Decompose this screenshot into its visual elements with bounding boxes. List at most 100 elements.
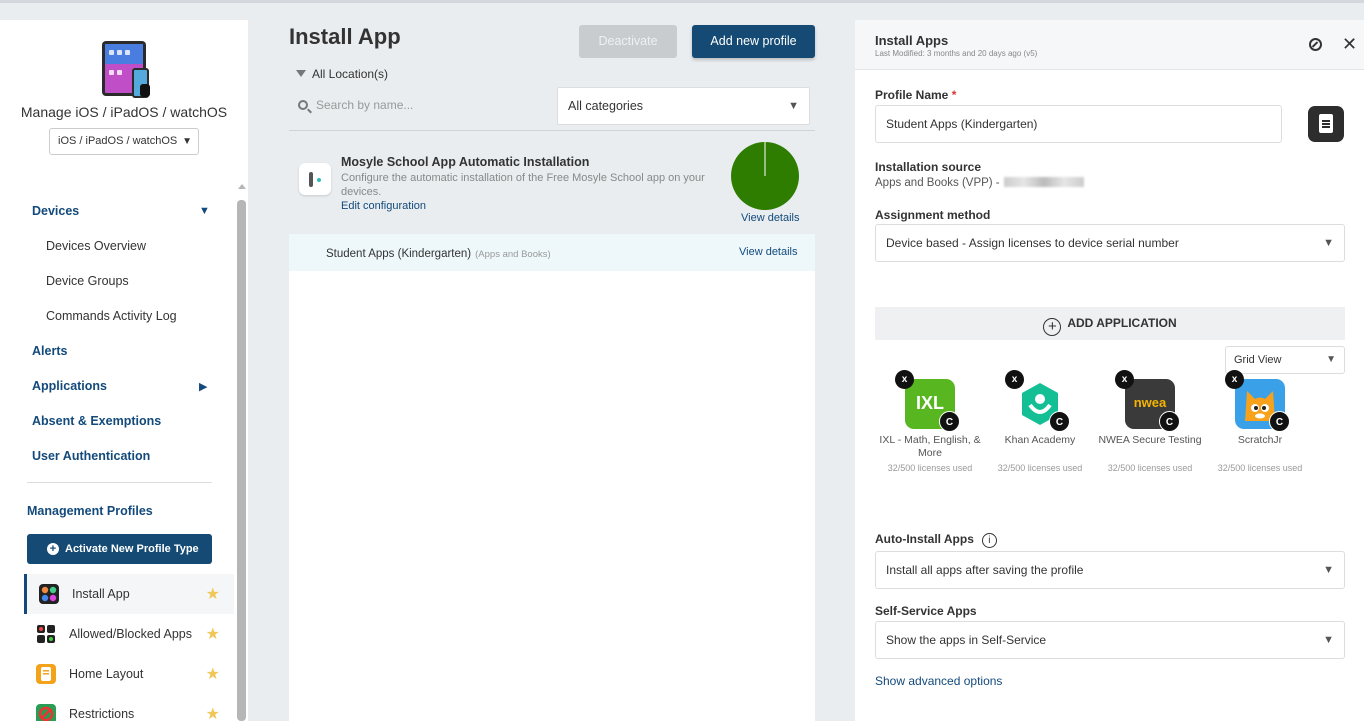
- nav-commands-activity-log[interactable]: Commands Activity Log: [46, 309, 177, 323]
- search-input[interactable]: Search by name...: [298, 98, 413, 112]
- app-card-ixl[interactable]: IXL x C IXL - Math, English, & More 32/5…: [875, 370, 985, 480]
- allowed-blocked-apps-icon: [36, 624, 56, 644]
- profile-name-field[interactable]: Student Apps (Kindergarten): [875, 105, 1282, 143]
- plus-circle-icon: +: [1043, 318, 1062, 336]
- app-licenses: 32/500 licenses used: [1217, 463, 1303, 473]
- app-c-badge: C: [1269, 411, 1290, 432]
- required-mark: *: [951, 88, 957, 102]
- add-application-button[interactable]: + ADD APPLICATION: [875, 307, 1345, 340]
- star-icon[interactable]: ★: [206, 704, 220, 721]
- install-app-icon: [39, 584, 59, 604]
- remove-app-x-icon[interactable]: x: [895, 370, 914, 389]
- profiles-list: [289, 234, 815, 721]
- top-strip: [0, 0, 1364, 3]
- app-card-scratchjr[interactable]: x C ScratchJr 32/500 licenses used: [1205, 370, 1315, 480]
- app-licenses: 32/500 licenses used: [887, 463, 973, 473]
- profile-restrictions[interactable]: Restrictions ★: [24, 694, 234, 721]
- sidebar-scrollbar[interactable]: [237, 200, 246, 721]
- filter-icon: [296, 70, 306, 77]
- chevron-down-icon: ▼: [788, 100, 799, 112]
- profile-name-label: Profile Name *: [875, 88, 956, 102]
- installation-source-label: Installation source: [875, 160, 982, 174]
- profile-label: Allowed/Blocked Apps: [69, 627, 192, 641]
- auto-install-label-text: Auto-Install Apps: [875, 532, 974, 546]
- mosyle-view-details-link[interactable]: View details: [741, 212, 800, 224]
- app-name: ScratchJr: [1237, 434, 1283, 446]
- star-icon[interactable]: ★: [206, 624, 220, 644]
- chevron-down-icon: ▼: [1323, 237, 1334, 249]
- installation-source-text: Apps and Books (VPP) -: [875, 177, 1000, 189]
- remove-app-x-icon[interactable]: x: [1115, 370, 1134, 389]
- close-icon[interactable]: ✕: [1342, 34, 1357, 55]
- last-modified-text: Last Modified: 3 months and 20 days ago …: [875, 49, 1038, 58]
- chevron-down-icon: ▼: [1323, 634, 1334, 646]
- chevron-right-icon[interactable]: ▶: [199, 380, 207, 393]
- os-select-value: iOS / iPadOS / watchOS: [58, 135, 178, 147]
- deactivate-button[interactable]: Deactivate: [579, 25, 677, 58]
- installation-source-value: Apps and Books (VPP) -: [875, 177, 1084, 189]
- chevron-down-icon: ▼: [1326, 354, 1336, 365]
- app-name: Khan Academy: [1004, 434, 1076, 446]
- app-card-nwea[interactable]: nwea x C NWEA Secure Testing 32/500 lice…: [1095, 370, 1205, 480]
- nav-applications[interactable]: Applications: [32, 379, 107, 393]
- scroll-up-arrow-icon[interactable]: [238, 184, 246, 189]
- activate-new-profile-type-button[interactable]: + Activate New Profile Type: [27, 534, 212, 564]
- location-filter-label: All Location(s): [312, 67, 389, 81]
- link-icon[interactable]: [1309, 38, 1322, 51]
- profile-allowed-blocked-apps[interactable]: Allowed/Blocked Apps ★: [24, 614, 234, 654]
- chevron-down-icon: ▼: [1323, 564, 1334, 576]
- edit-configuration-link[interactable]: Edit configuration: [341, 200, 426, 212]
- nav-alerts[interactable]: Alerts: [32, 344, 67, 358]
- os-select[interactable]: iOS / iPadOS / watchOS ▼: [49, 128, 199, 155]
- activate-button-label: Activate New Profile Type: [65, 543, 199, 555]
- star-icon[interactable]: ★: [206, 584, 220, 604]
- nav-devices-overview[interactable]: Devices Overview: [46, 239, 146, 253]
- info-icon[interactable]: i: [981, 533, 997, 548]
- profile-row-name[interactable]: Student Apps (Kindergarten) (Apps and Boo…: [326, 248, 551, 260]
- self-service-select[interactable]: Show the apps in Self-Service ▼: [875, 621, 1345, 659]
- profile-name-label-text: Profile Name: [875, 88, 949, 102]
- app-licenses: 32/500 licenses used: [997, 463, 1083, 473]
- nav-device-groups[interactable]: Device Groups: [46, 274, 129, 288]
- self-service-label: Self-Service Apps: [875, 604, 977, 618]
- view-mode-value: Grid View: [1234, 354, 1282, 366]
- profile-label: Restrictions: [69, 707, 135, 721]
- show-advanced-options-link[interactable]: Show advanced options: [875, 674, 1002, 688]
- auto-install-value: Install all apps after saving the profil…: [886, 563, 1084, 577]
- plus-circle-icon: +: [47, 543, 59, 555]
- app-c-badge: C: [939, 411, 960, 432]
- location-filter[interactable]: All Location(s): [296, 67, 388, 81]
- nav-absent-exemptions[interactable]: Absent & Exemptions: [32, 414, 161, 428]
- add-application-label: ADD APPLICATION: [1067, 316, 1177, 330]
- mosyle-card-description: Configure the automatic installation of …: [341, 172, 705, 198]
- management-profiles-heading: Management Profiles: [27, 504, 153, 518]
- app-name: IXL - Math, English, & More: [879, 434, 981, 459]
- nav-user-authentication[interactable]: User Authentication: [32, 449, 150, 463]
- remove-app-x-icon[interactable]: x: [1005, 370, 1024, 389]
- profile-home-layout[interactable]: Home Layout ★: [24, 654, 234, 694]
- sidebar-divider: [27, 482, 212, 483]
- app-c-badge: C: [1159, 411, 1180, 432]
- mosyle-card-title: Mosyle School App Automatic Installation: [341, 155, 590, 169]
- assignment-method-select[interactable]: Device based - Assign licenses to device…: [875, 224, 1345, 262]
- panel-header: Install Apps Last Modified: 3 months and…: [855, 20, 1364, 70]
- mosyle-app-icon: [299, 163, 331, 195]
- remove-app-x-icon[interactable]: x: [1225, 370, 1244, 389]
- profile-install-app[interactable]: Install App ★: [24, 574, 234, 614]
- nav-devices[interactable]: Devices: [32, 204, 79, 218]
- restrictions-icon: [36, 704, 56, 721]
- chevron-down-icon: ▼: [182, 136, 192, 147]
- install-progress-pie: [731, 142, 799, 210]
- auto-install-select[interactable]: Install all apps after saving the profil…: [875, 551, 1345, 589]
- app-card-khan-academy[interactable]: x C Khan Academy 32/500 licenses used: [985, 370, 1095, 480]
- profile-label: Home Layout: [69, 667, 144, 681]
- app-licenses: 32/500 licenses used: [1107, 463, 1193, 473]
- category-select[interactable]: All categories ▼: [557, 87, 810, 125]
- profile-view-details-link[interactable]: View details: [739, 246, 798, 258]
- add-new-profile-button[interactable]: Add new profile: [692, 25, 815, 58]
- profile-name-value: Student Apps (Kindergarten): [886, 117, 1038, 131]
- chevron-down-icon[interactable]: ▼: [199, 205, 210, 217]
- sidebar-title: Manage iOS / iPadOS / watchOS: [20, 104, 228, 120]
- clipboard-icon[interactable]: [1308, 106, 1344, 142]
- star-icon[interactable]: ★: [206, 664, 220, 684]
